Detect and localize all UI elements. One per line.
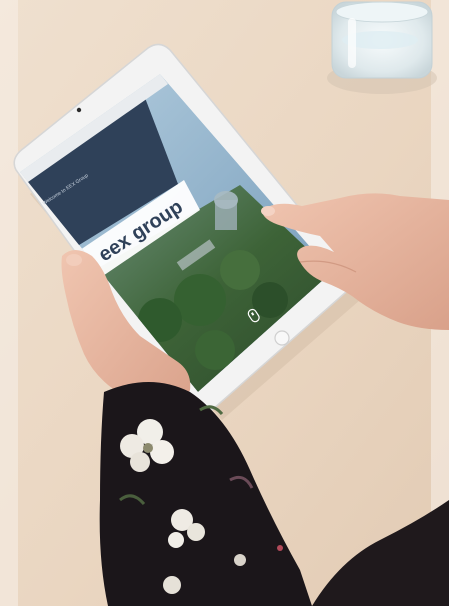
photo: eex group › Welcome to EEX Group	[0, 0, 449, 606]
camera-icon	[76, 107, 82, 113]
water-glass	[327, 1, 437, 94]
photo-canvas: eex group › Welcome to EEX Group	[0, 0, 449, 606]
home-button-icon	[274, 330, 290, 346]
